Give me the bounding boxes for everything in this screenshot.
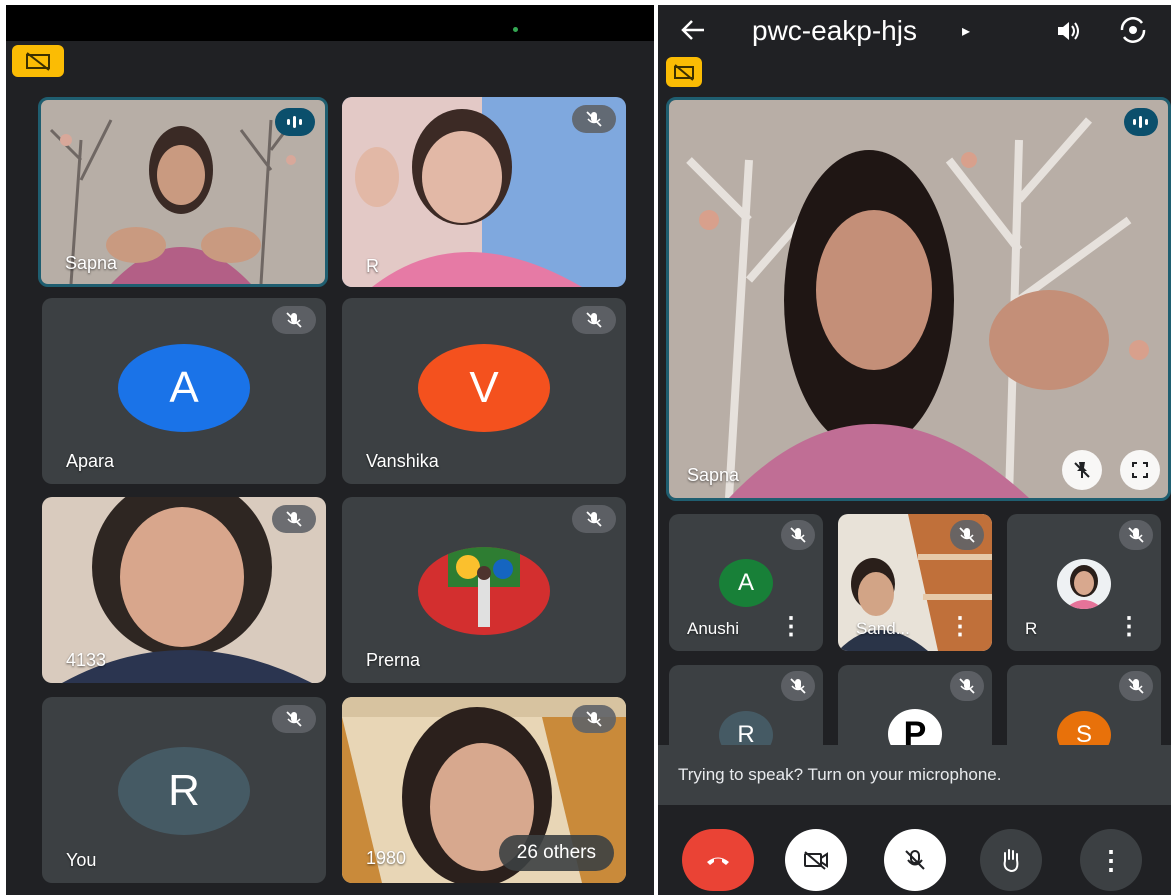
leave-call-button[interactable] xyxy=(682,829,754,891)
featured-speaker-video xyxy=(669,100,1168,498)
avatar-photo xyxy=(418,547,550,635)
mic-off-badge xyxy=(272,705,316,733)
camera-off-icon xyxy=(674,64,694,81)
mic-off-icon xyxy=(586,312,602,328)
chevron-right-icon[interactable]: ▸ xyxy=(962,21,970,41)
avatar-photo xyxy=(1057,559,1111,609)
mic-off-icon xyxy=(286,511,302,527)
more-options-icon[interactable]: ⋮ xyxy=(948,612,972,641)
mic-off-icon xyxy=(586,511,602,527)
participant-name: Sapna xyxy=(65,253,118,273)
speaking-indicator xyxy=(275,108,315,136)
participant-name: You xyxy=(66,850,97,870)
avatar: A xyxy=(719,559,773,607)
participant-name: 1980 xyxy=(366,848,407,868)
back-arrow-icon[interactable] xyxy=(678,15,708,45)
participant-tile-apara[interactable]: A Apara xyxy=(42,298,326,484)
participant-tile-sand[interactable]: Sand... ⋮ xyxy=(838,514,992,651)
right-screen: pwc-eakp-hjs ▸ Sapna A Anushi ⋮ Sand... … xyxy=(658,5,1171,895)
mic-off-badge xyxy=(572,306,616,334)
mic-off-badge xyxy=(781,520,815,550)
camera-indicator-dot xyxy=(513,27,518,32)
participant-tile-r-small[interactable]: R ⋮ xyxy=(1007,514,1161,651)
participant-tile-1980[interactable]: 1980 26 others xyxy=(342,697,626,883)
avatar: V xyxy=(418,344,550,432)
mic-off-icon xyxy=(1128,678,1144,694)
mic-off-badge xyxy=(950,520,984,550)
participant-tile-4133[interactable]: 4133 xyxy=(42,497,326,683)
mic-off-icon xyxy=(790,527,806,543)
mic-off-badge xyxy=(1119,671,1153,701)
avatar-initial: R xyxy=(168,766,200,815)
participant-name: Sapna xyxy=(687,465,740,485)
unpin-icon xyxy=(1074,462,1090,478)
avatar-initial: A xyxy=(737,569,754,596)
fullscreen-button[interactable] xyxy=(1120,450,1160,490)
mic-off-icon xyxy=(790,678,806,694)
mic-off-icon xyxy=(1128,527,1144,543)
participant-name: R xyxy=(1025,619,1038,638)
camera-toggle-button[interactable] xyxy=(785,829,847,891)
participant-tile-you[interactable]: R You xyxy=(42,697,326,883)
mic-off-badge xyxy=(950,671,984,701)
raise-hand-button[interactable] xyxy=(980,829,1042,891)
status-bar xyxy=(6,5,654,41)
switch-camera-icon[interactable] xyxy=(1118,15,1148,45)
camera-off-badge[interactable] xyxy=(12,45,64,77)
microphone-toast: Trying to speak? Turn on your microphone… xyxy=(658,745,1171,805)
participant-tile-vanshika[interactable]: V Vanshika xyxy=(342,298,626,484)
mic-off-icon xyxy=(959,678,975,694)
participant-name: Apara xyxy=(66,451,115,471)
participant-name: Vanshika xyxy=(366,451,439,471)
mic-off-icon xyxy=(286,312,302,328)
mic-off-icon xyxy=(586,111,602,127)
mic-off-icon xyxy=(586,711,602,727)
more-options-icon[interactable]: ⋮ xyxy=(779,612,803,641)
unpin-button[interactable] xyxy=(1062,450,1102,490)
speaker-icon[interactable] xyxy=(1054,17,1082,45)
participant-name: 4133 xyxy=(66,650,107,670)
avatar: A xyxy=(118,344,250,432)
others-count-chip[interactable]: 26 others xyxy=(498,835,614,871)
mic-off-badge xyxy=(1119,520,1153,550)
microphone-toggle-button[interactable] xyxy=(884,829,946,891)
camera-off-icon xyxy=(804,851,828,870)
audio-wave-icon xyxy=(287,116,302,128)
avatar-initial: V xyxy=(469,363,499,412)
participant-tile-sapna[interactable]: Sapna xyxy=(38,97,328,287)
meeting-code[interactable]: pwc-eakp-hjs xyxy=(752,15,917,47)
mic-off-badge xyxy=(781,671,815,701)
raise-hand-icon xyxy=(1003,849,1019,873)
more-vert-icon: ⋮ xyxy=(1098,844,1124,875)
left-screen: Sapna R A Apara V Vanshika 4133 Prerna R… xyxy=(6,5,654,895)
more-options-icon[interactable]: ⋮ xyxy=(1117,612,1141,641)
participant-name: Prerna xyxy=(366,650,421,670)
mic-off-badge xyxy=(272,505,316,533)
participant-name: R xyxy=(366,256,379,276)
speaking-indicator xyxy=(1124,108,1158,136)
mic-off-badge xyxy=(572,105,616,133)
mic-off-badge xyxy=(572,705,616,733)
camera-off-badge[interactable] xyxy=(666,57,702,87)
participant-tile-anushi[interactable]: A Anushi ⋮ xyxy=(669,514,823,651)
participant-tile-prerna[interactable]: Prerna xyxy=(342,497,626,683)
participant-tile-r[interactable]: R xyxy=(342,97,626,287)
phone-hangup-icon xyxy=(707,857,729,865)
participant-name: Sand... xyxy=(856,619,910,638)
avatar: R xyxy=(118,747,250,835)
fullscreen-icon xyxy=(1132,462,1148,478)
avatar-initial: A xyxy=(169,363,199,412)
camera-off-icon xyxy=(26,52,50,71)
mic-off-icon xyxy=(959,527,975,543)
toast-message: Trying to speak? Turn on your microphone… xyxy=(678,765,1002,784)
participant-name: Anushi xyxy=(687,619,739,638)
mic-off-icon xyxy=(286,711,302,727)
mic-off-icon xyxy=(905,850,925,870)
featured-speaker-tile[interactable]: Sapna xyxy=(666,97,1171,501)
mic-off-badge xyxy=(572,505,616,533)
mic-off-badge xyxy=(272,306,316,334)
audio-wave-icon xyxy=(1133,116,1148,128)
more-options-button[interactable]: ⋮ xyxy=(1080,829,1142,891)
others-count-label: 26 others xyxy=(516,842,596,863)
